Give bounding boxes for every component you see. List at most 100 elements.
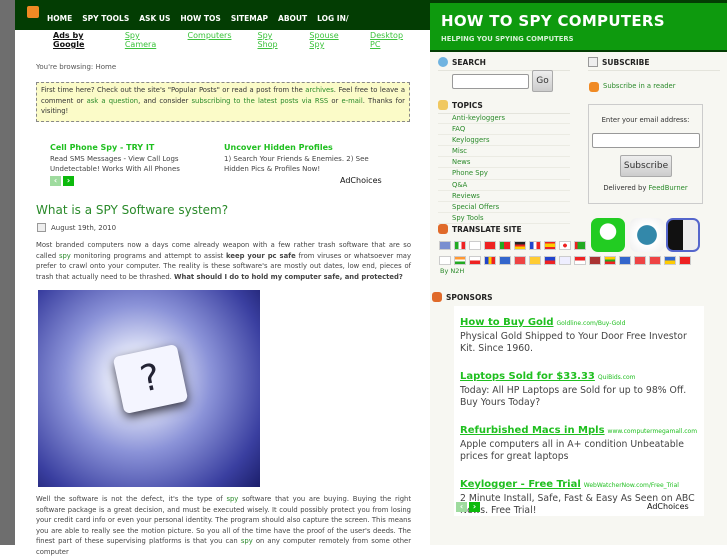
rss-icon[interactable] xyxy=(589,82,599,92)
nav-home[interactable]: HOME xyxy=(47,14,72,23)
flag-icon[interactable] xyxy=(589,256,601,265)
spy-link[interactable]: spy xyxy=(226,495,238,503)
ads-by-google[interactable]: Ads by Google xyxy=(53,31,115,49)
ad-url[interactable]: WebWatcherNow.com/Free_Trial xyxy=(584,482,679,489)
topic-link[interactable]: Special Offers xyxy=(438,202,570,213)
spy-link[interactable]: spy xyxy=(241,537,253,545)
nav-about[interactable]: ABOUT xyxy=(278,14,307,23)
ad-title[interactable]: How to Buy Gold xyxy=(460,317,554,328)
ad-url[interactable]: Goldline.com/Buy-Gold xyxy=(557,320,626,327)
flag-icon[interactable] xyxy=(664,256,676,265)
topic-link[interactable]: Keyloggers xyxy=(438,135,570,147)
nav-spy-tools[interactable]: SPY TOOLS xyxy=(82,14,129,23)
flag-icon[interactable] xyxy=(559,256,571,265)
rss-link[interactable]: subscribing to the latest posts via RSS xyxy=(192,97,329,105)
topic-link[interactable]: Spy Tools xyxy=(438,213,570,224)
flag-icon[interactable] xyxy=(544,256,556,265)
sponsor-ad[interactable]: How to Buy Gold Goldline.com/Buy-Gold Phys… xyxy=(460,310,698,355)
rss-icon[interactable] xyxy=(27,6,39,18)
text: Delivered by xyxy=(603,184,649,192)
ad-link[interactable]: Desktop PC xyxy=(370,31,414,49)
spy-link[interactable]: spy xyxy=(59,252,71,260)
next-arrow-icon[interactable]: › xyxy=(469,502,480,512)
ad-title[interactable]: Laptops Sold for $33.33 xyxy=(460,371,595,382)
email-link[interactable]: e-mail xyxy=(342,97,363,105)
ad-title[interactable]: Uncover Hidden Profiles xyxy=(224,143,374,153)
prev-arrow-icon[interactable]: ‹ xyxy=(50,176,61,186)
delicious-icon[interactable] xyxy=(666,218,700,252)
flag-icon[interactable] xyxy=(469,256,481,265)
topic-link[interactable]: Q&A xyxy=(438,180,570,191)
topic-link[interactable]: Anti-keyloggers xyxy=(438,113,570,125)
sponsor-ad[interactable]: Refurbished Macs in Mpls www.computermega… xyxy=(460,418,698,463)
flag-icon[interactable] xyxy=(679,256,691,265)
flag-icon[interactable] xyxy=(469,241,481,250)
text: monitoring programs and attempt to assis… xyxy=(70,251,227,260)
flag-icon[interactable] xyxy=(604,256,616,265)
subscribe-reader-link[interactable]: Subscribe in a reader xyxy=(603,82,676,90)
flag-icon[interactable] xyxy=(529,256,541,265)
subscribe-button[interactable]: Subscribe xyxy=(620,155,672,177)
top-ad[interactable]: Cell Phone Spy - TRY IT Read SMS Messages… xyxy=(50,143,200,174)
top-ad[interactable]: Uncover Hidden Profiles 1) Search Your Fr… xyxy=(224,143,374,174)
flag-row xyxy=(439,256,691,265)
ad-url[interactable]: QuiBids.com xyxy=(598,374,636,381)
topic-link[interactable]: Phone Spy xyxy=(438,168,570,180)
archives-link[interactable]: archives xyxy=(305,86,334,94)
flag-icon[interactable] xyxy=(484,256,496,265)
ad-links: Ads by Google Spy Camera Computers Spy S… xyxy=(53,31,430,49)
topic-link[interactable]: FAQ xyxy=(438,124,570,136)
by-n2h-link[interactable]: By N2H xyxy=(440,267,464,275)
flag-icon[interactable] xyxy=(439,256,451,265)
post-title[interactable]: What is a SPY Software system? xyxy=(36,203,228,217)
flag-icon[interactable] xyxy=(499,256,511,265)
email-subscribe-box: Enter your email address: Subscribe Deli… xyxy=(588,104,703,204)
ad-link[interactable]: Spy Camera xyxy=(125,31,172,49)
nav-ask-us[interactable]: ASK US xyxy=(139,14,170,23)
flag-icon[interactable] xyxy=(439,241,451,250)
topic-link[interactable]: Reviews xyxy=(438,191,570,202)
ad-link[interactable]: Spouse Spy xyxy=(309,31,354,49)
prev-arrow-icon[interactable]: ‹ xyxy=(456,502,467,512)
flag-icon[interactable] xyxy=(559,241,571,250)
nav-how-tos[interactable]: HOW TOS xyxy=(180,14,220,23)
topics-list: Anti-keyloggers FAQ Keyloggers Misc News… xyxy=(438,113,570,224)
flag-icon[interactable] xyxy=(649,256,661,265)
adchoices[interactable]: AdChoices xyxy=(647,502,689,511)
flag-icon[interactable] xyxy=(499,241,511,250)
flag-icon[interactable] xyxy=(544,241,556,250)
search-input[interactable] xyxy=(452,74,529,89)
adchoices[interactable]: AdChoices xyxy=(340,176,382,185)
flag-icon[interactable] xyxy=(514,241,526,250)
ad-title[interactable]: Refurbished Macs in Mpls xyxy=(460,425,605,436)
ad-url[interactable]: www.computermegamall.com xyxy=(608,428,698,435)
ad-link[interactable]: Computers xyxy=(188,31,232,49)
feedburner-link[interactable]: FeedBurner xyxy=(649,184,688,192)
flag-icon[interactable] xyxy=(529,241,541,250)
search-go-button[interactable]: Go xyxy=(532,70,553,92)
flag-icon[interactable] xyxy=(619,256,631,265)
heading-text: TRANSLATE SITE xyxy=(452,224,522,234)
flag-icon[interactable] xyxy=(574,256,586,265)
flag-icon[interactable] xyxy=(634,256,646,265)
site-title[interactable]: HOW TO SPY COMPUTERS xyxy=(441,12,665,30)
flag-icon[interactable] xyxy=(514,256,526,265)
ad-link[interactable]: Spy Shop xyxy=(257,31,293,49)
sponsor-ad[interactable]: Laptops Sold for $33.33 QuiBids.com Today:… xyxy=(460,364,698,409)
stumbleupon-icon[interactable] xyxy=(630,218,664,252)
ad-title[interactable]: Cell Phone Spy - TRY IT xyxy=(50,143,200,153)
flag-icon[interactable] xyxy=(484,241,496,250)
delivered-by: Delivered by FeedBurner xyxy=(589,184,702,192)
ad-title[interactable]: Keylogger - Free Trial xyxy=(460,479,581,490)
nav-login[interactable]: LOG IN/ xyxy=(317,14,348,23)
next-arrow-icon[interactable]: › xyxy=(63,176,74,186)
flag-icon[interactable] xyxy=(574,241,586,250)
ask-link[interactable]: ask a question xyxy=(87,97,139,105)
topic-link[interactable]: News xyxy=(438,157,570,169)
flag-icon[interactable] xyxy=(454,256,466,265)
flag-icon[interactable] xyxy=(454,241,466,250)
nav-sitemap[interactable]: SITEMAP xyxy=(231,14,268,23)
topic-link[interactable]: Misc xyxy=(438,146,570,158)
email-input[interactable] xyxy=(592,133,700,148)
technorati-icon[interactable] xyxy=(591,218,625,252)
